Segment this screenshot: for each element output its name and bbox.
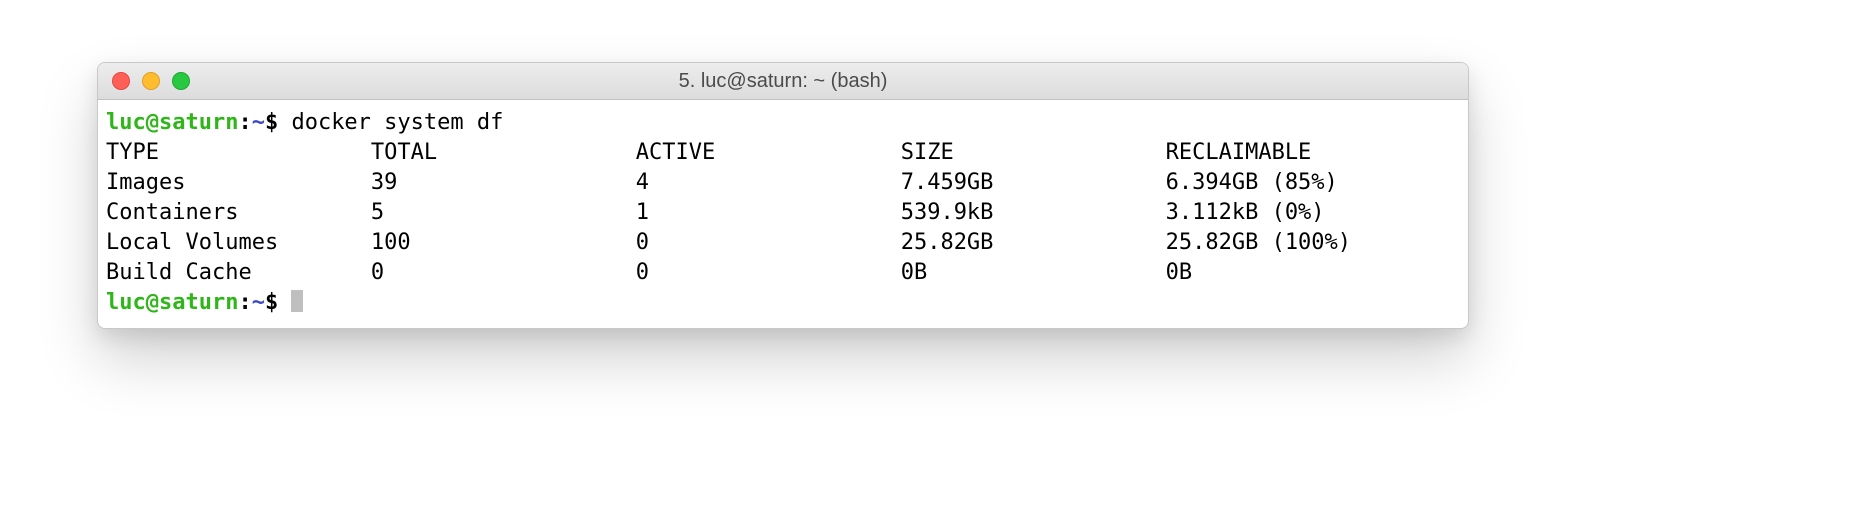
prompt-path: ~ (252, 110, 265, 135)
prompt-sep: : (238, 290, 251, 315)
close-icon[interactable] (112, 72, 130, 90)
table-row: Build Cache 0 0 0B 0B (106, 260, 1192, 285)
terminal-window: 5. luc@saturn: ~ (bash) luc@saturn:~$ do… (97, 62, 1469, 329)
window-title: 5. luc@saturn: ~ (bash) (98, 70, 1468, 93)
table-row: Local Volumes 100 0 25.82GB 25.82GB (100… (106, 230, 1351, 255)
window-controls (98, 72, 190, 90)
titlebar[interactable]: 5. luc@saturn: ~ (bash) (98, 63, 1468, 100)
prompt-sep: : (238, 110, 251, 135)
prompt-dollar: $ (265, 290, 278, 315)
prompt-path: ~ (252, 290, 265, 315)
zoom-icon[interactable] (172, 72, 190, 90)
table-row: Images 39 4 7.459GB 6.394GB (85%) (106, 170, 1338, 195)
prompt-dollar: $ (265, 110, 278, 135)
command-text: docker system df (291, 110, 503, 135)
minimize-icon[interactable] (142, 72, 160, 90)
prompt-user: luc@saturn (106, 290, 238, 315)
prompt-user: luc@saturn (106, 110, 238, 135)
table-row: Containers 5 1 539.9kB 3.112kB (0%) (106, 200, 1325, 225)
cursor-icon (291, 290, 303, 312)
terminal-body[interactable]: luc@saturn:~$ docker system df TYPE TOTA… (98, 100, 1468, 328)
table-header: TYPE TOTAL ACTIVE SIZE RECLAIMABLE (106, 140, 1311, 165)
